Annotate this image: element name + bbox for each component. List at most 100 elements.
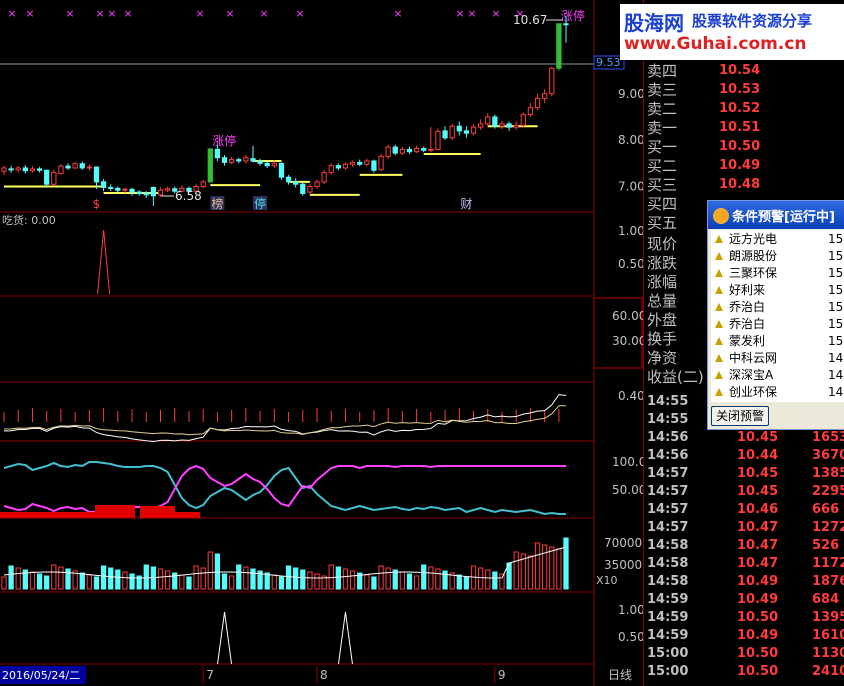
volume-bar	[463, 576, 470, 590]
volume-bar	[221, 573, 228, 590]
volume-bar	[1, 576, 7, 590]
alert-item[interactable]: 乔治白 15:	[711, 316, 844, 333]
alert-item[interactable]: 中科云网 14:	[711, 350, 844, 367]
candle-body	[499, 123, 505, 127]
candle-body	[229, 159, 235, 163]
volume-bar	[193, 565, 199, 590]
candle-body	[29, 168, 36, 172]
volume-bar	[549, 546, 555, 590]
quote-field-label: 涨幅	[647, 273, 678, 291]
candle-body	[342, 163, 349, 169]
tick-time: 14:56	[647, 448, 689, 463]
volume-bar	[534, 542, 541, 590]
volume-bar	[477, 567, 484, 590]
volume-bar	[314, 573, 320, 590]
order-price: 10.53	[719, 82, 761, 97]
candle-body	[264, 162, 270, 167]
alert-item[interactable]: 深深宝A 14:	[711, 367, 844, 384]
alert-item[interactable]: 朗源股份 15:	[711, 248, 844, 265]
alert-item[interactable]: 创业环保 14:	[711, 384, 844, 401]
order-label: 买四	[647, 195, 678, 213]
alert-list[interactable]: 远方光电15:朗源股份15:三聚环保15:好利来15:乔治白15:乔治白15:蒙…	[711, 230, 844, 402]
alert-item[interactable]: 乔治白 15:	[711, 299, 844, 316]
close-alert-button[interactable]: 关闭预警	[711, 406, 769, 426]
tick-time: 14:58	[647, 556, 689, 571]
candle-body	[79, 163, 85, 169]
candle-body	[470, 126, 477, 134]
candle-body	[278, 162, 285, 178]
alert-time: 14:	[828, 368, 844, 382]
panel4-tick-label: 0.40	[618, 389, 644, 403]
panel7-tick-label: 0.50	[618, 630, 644, 644]
alert-item[interactable]: 远方光电 15:	[711, 231, 844, 248]
high-label: 10.67	[513, 13, 547, 27]
candle-body	[164, 188, 171, 191]
volume-bar	[108, 567, 114, 590]
quote-field-label: 换手	[647, 330, 678, 348]
volume-bar	[342, 568, 349, 590]
order-price: 10.48	[719, 177, 761, 192]
candle-body	[392, 146, 398, 154]
tick-volume: 684	[812, 592, 840, 607]
tick-volume: 666	[812, 502, 840, 517]
candle-body	[8, 168, 14, 171]
tick-price: 10.45	[737, 484, 779, 499]
warning-area	[140, 506, 175, 518]
quote-field-label: 净资	[647, 349, 678, 367]
panel5-tick-label: 50.00	[612, 483, 644, 497]
alert-time: 15:	[828, 232, 844, 246]
volume-bar	[435, 568, 441, 590]
alert-item[interactable]: 好利来 15:	[711, 282, 844, 299]
tick-time: 14:57	[647, 502, 689, 517]
volume-bar	[421, 564, 427, 590]
volume-bar	[250, 568, 256, 590]
condition-alert-window[interactable]: 条件预警[运行中] 远方光电15:朗源股份15:三聚环保15:好利来15:乔治白…	[707, 200, 844, 430]
volume-bar	[542, 544, 548, 590]
candle-body	[58, 165, 64, 175]
logo-url: www.Guhai.com.cn	[624, 34, 807, 54]
order-price: 10.51	[719, 120, 761, 135]
tick-time: 15:00	[647, 646, 689, 661]
quote-field-label: 收益(二)	[647, 368, 704, 386]
tick-price: 10.50	[737, 646, 779, 661]
candle-body	[442, 130, 448, 139]
alert-item[interactable]: 三聚环保 15:	[711, 265, 844, 282]
arrow-up-icon	[715, 252, 723, 260]
candle-body	[157, 189, 164, 196]
candle-body	[150, 186, 157, 197]
stock-chart[interactable]: × × × × × × × × × × × × × × ×涨停涨停9.008.007.009.5310.67…	[0, 0, 644, 686]
tick-time: 14:57	[647, 484, 689, 499]
candle-body	[207, 148, 213, 183]
panel3-tick-label: 60.00	[612, 309, 644, 323]
candle-body	[257, 160, 263, 164]
marker-label: 停	[254, 196, 266, 211]
volume-bar	[371, 576, 377, 590]
panel3-tick-label: 30.00	[612, 334, 644, 348]
tick-price: 10.49	[737, 574, 779, 589]
top-marker: ×	[491, 7, 500, 20]
candle-body	[534, 97, 541, 109]
alert-item[interactable]: 蒙发利 15:	[711, 333, 844, 350]
current-price-label: 9.53	[596, 56, 621, 69]
alert-title-bar[interactable]: 条件预警[运行中]	[708, 201, 844, 229]
alert-stock-name: 中科云网	[729, 351, 778, 365]
volume-bar	[186, 576, 192, 590]
limit-up-label: 涨停	[212, 133, 236, 148]
candle-body	[456, 125, 462, 132]
tick-price: 10.49	[737, 628, 779, 643]
candle-body	[200, 181, 206, 187]
arrow-up-icon	[715, 388, 723, 396]
volume-bar	[492, 571, 498, 590]
candle-body	[328, 165, 334, 174]
candle-body	[527, 107, 534, 116]
warning-area	[95, 505, 135, 518]
top-marker: ×	[195, 7, 204, 20]
candle-body	[293, 181, 299, 185]
volume-bar	[378, 565, 384, 590]
order-label: 卖二	[647, 100, 678, 118]
volume-bar	[36, 573, 43, 590]
quote-field-label: 外盘	[647, 311, 678, 329]
candle-body	[108, 186, 114, 189]
candle-body	[100, 181, 107, 188]
candle-body	[335, 165, 341, 169]
